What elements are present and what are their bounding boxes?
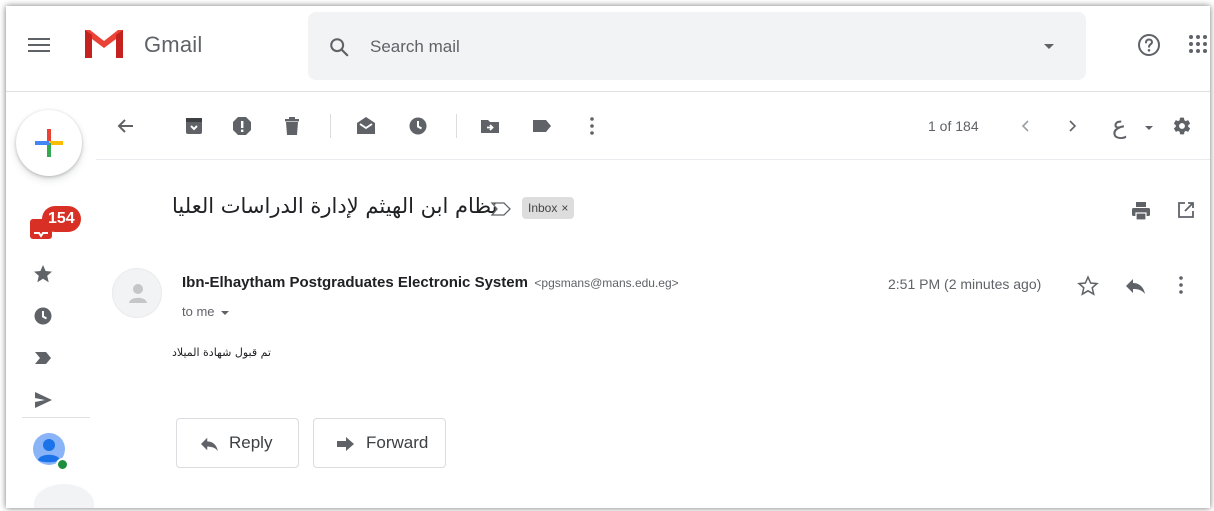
inbox-unread-badge: 154: [42, 206, 81, 232]
compose-plus-icon: [35, 129, 63, 157]
search-icon[interactable]: [328, 36, 350, 58]
snooze-icon[interactable]: [408, 116, 428, 136]
forward-arrow-icon: [337, 437, 354, 451]
message-toolbar: 1 of 184 ع: [96, 92, 1210, 160]
archive-icon[interactable]: [184, 116, 204, 136]
forward-button-label: Forward: [366, 433, 429, 452]
remove-label-icon[interactable]: ×: [561, 201, 568, 215]
sender-line: Ibn-Elhaytham Postgraduates Electronic S…: [182, 274, 679, 292]
important-icon[interactable]: [33, 348, 53, 368]
forward-button[interactable]: Forward: [313, 418, 446, 468]
top-header: Gmail: [6, 6, 1210, 92]
search-input[interactable]: [370, 34, 1010, 60]
sender-email: <pgsmans@mans.edu.eg>: [534, 276, 679, 290]
message-timestamp: 2:51 PM (2 minutes ago): [888, 276, 1042, 292]
delete-icon[interactable]: [282, 116, 302, 136]
main-menu-icon[interactable]: [28, 35, 50, 57]
label-chip-text: Inbox: [528, 201, 558, 215]
starred-icon[interactable]: [33, 264, 53, 284]
toolbar-separator: [330, 114, 331, 138]
move-to-icon[interactable]: [480, 116, 500, 136]
reply-icon[interactable]: [1124, 276, 1146, 296]
more-options-icon[interactable]: [582, 116, 602, 136]
newer-chevron-icon[interactable]: [1016, 116, 1036, 136]
input-tools-caret-icon[interactable]: [1145, 126, 1153, 130]
label-icon[interactable]: [532, 116, 552, 136]
importance-marker-icon[interactable]: [490, 201, 512, 217]
inbox-label-chip[interactable]: Inbox ×: [522, 197, 575, 219]
reply-button-label: Reply: [229, 433, 273, 452]
star-message-icon[interactable]: [1077, 275, 1099, 297]
sender-avatar: [112, 268, 162, 318]
rail-divider: [22, 417, 90, 418]
snoozed-icon[interactable]: [33, 306, 53, 326]
recipient-text: to me: [182, 304, 215, 319]
older-chevron-icon[interactable]: [1062, 116, 1082, 136]
help-icon[interactable]: [1137, 33, 1161, 57]
mark-unread-icon[interactable]: [356, 116, 376, 136]
gmail-window: Gmail Search mail 154 1 of 184 ع نظام اب…: [6, 6, 1210, 508]
online-status-dot: [56, 458, 69, 471]
message-body: تم قبول شهادة الميلاد: [172, 346, 271, 359]
compose-button[interactable]: [16, 110, 82, 176]
recipient-details-toggle[interactable]: to me: [182, 304, 229, 319]
google-apps-icon[interactable]: [1188, 34, 1208, 54]
thread-subject: نظام ابن الهيثم لإدارة الدراسات العليا: [172, 194, 498, 218]
default-person-icon: [129, 284, 147, 303]
sender-name[interactable]: Ibn-Elhaytham Postgraduates Electronic S…: [182, 274, 528, 291]
reply-arrow-icon: [201, 437, 218, 452]
toolbar-separator: [456, 114, 457, 138]
input-tools-button[interactable]: ع: [1112, 111, 1126, 140]
search-options-caret-icon[interactable]: [1044, 44, 1054, 49]
message-more-icon[interactable]: [1174, 274, 1188, 296]
open-new-window-icon[interactable]: [1176, 200, 1196, 220]
settings-gear-icon[interactable]: [1172, 116, 1192, 136]
recipient-caret-icon[interactable]: [220, 310, 229, 315]
gmail-logo[interactable]: [82, 26, 126, 60]
print-icon[interactable]: [1130, 200, 1152, 222]
reply-button[interactable]: Reply: [176, 418, 299, 468]
sent-icon[interactable]: [33, 390, 53, 410]
search-bar[interactable]: [308, 12, 1086, 80]
pagination-count: 1 of 184: [928, 118, 979, 134]
gmail-wordmark: Gmail: [144, 32, 203, 57]
back-arrow-icon[interactable]: [116, 116, 136, 136]
rail-partial-avatar: [34, 484, 94, 508]
report-spam-icon[interactable]: [232, 116, 252, 136]
